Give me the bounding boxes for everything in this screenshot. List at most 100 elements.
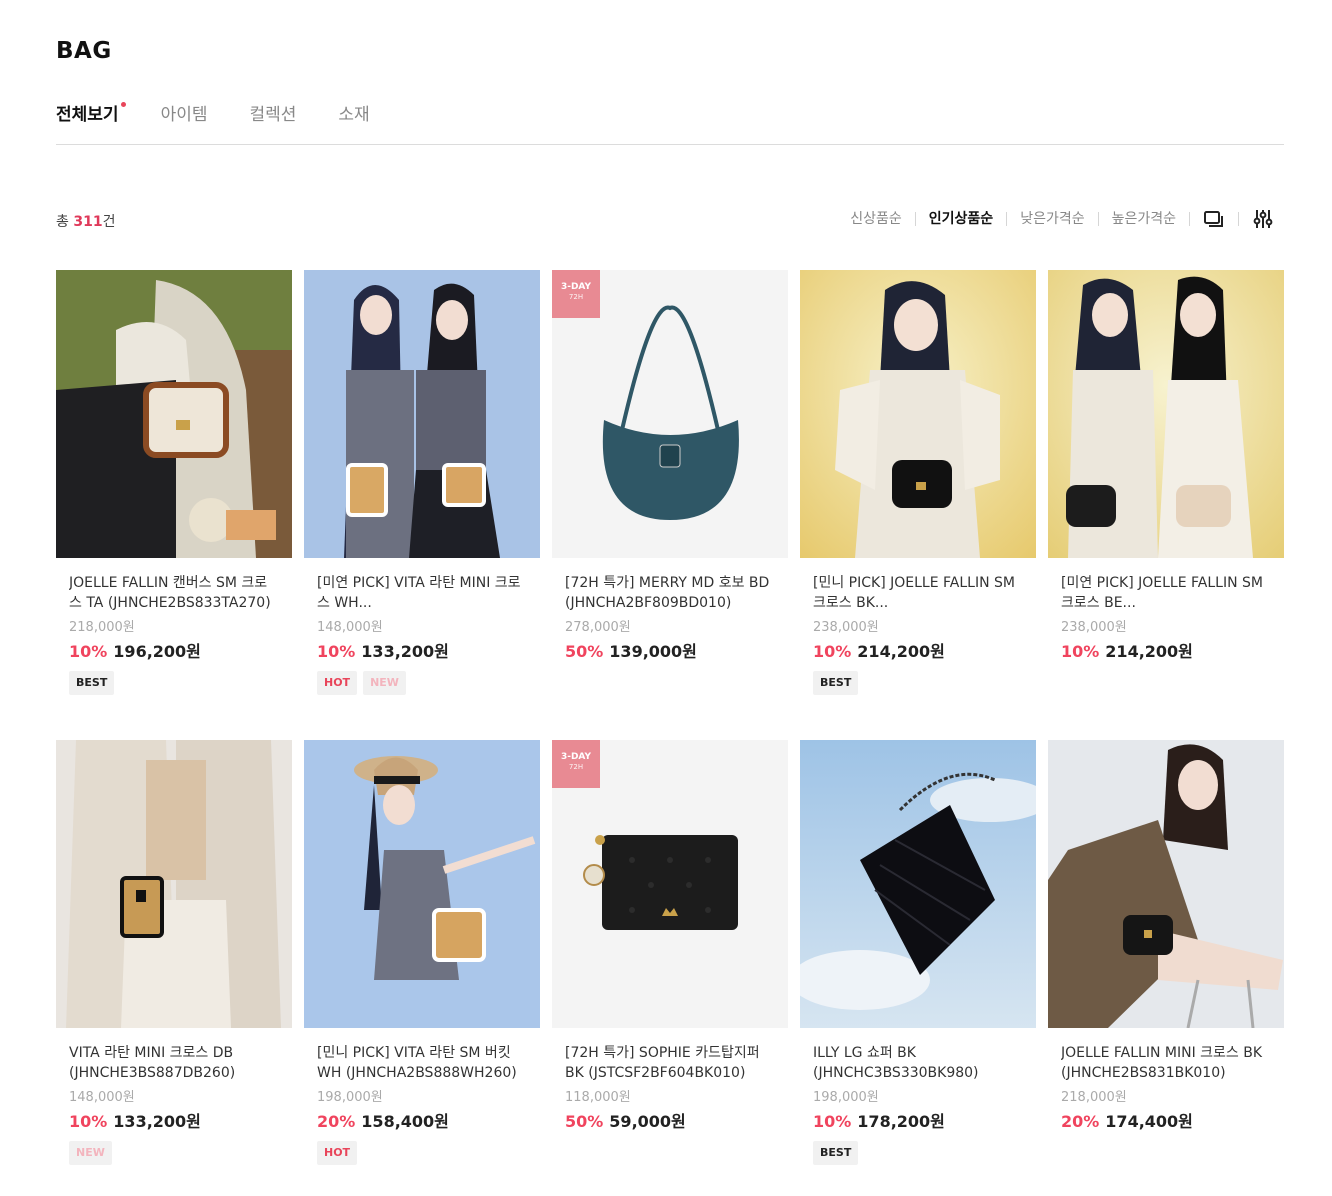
page-title: BAG [56,38,112,64]
best-badge: BEST [813,1141,859,1165]
product-name[interactable]: JOELLE FALLIN 캔버스 SM 크로스 TA (JHNCHE2BS83… [69,573,279,613]
discount-rate: 10% [69,1112,108,1131]
sort-low-price[interactable]: 낮은가격순 [1007,212,1099,226]
price-row: 10% 133,200원 [317,642,527,662]
3day-ribbon: 3-DAY 72H [552,270,600,318]
tabs-divider [56,144,1284,145]
original-price: 198,000원 [317,1090,383,1105]
view-toggle-icon[interactable] [1203,208,1225,230]
tab-item[interactable]: 아이템 [161,100,208,125]
active-dot-indicator [120,102,126,107]
product-card[interactable]: ILLY LG 쇼퍼 BK (JHNCHC3BS330BK980) 198,00… [800,740,1036,1165]
badge-list: HOT [317,1141,527,1165]
price-row: 20% 158,400원 [317,1112,527,1132]
discount-rate: 10% [69,642,108,661]
original-price: 148,000원 [69,1090,135,1105]
category-tabs: 전체보기 아이템 컬렉션 소재 [56,100,412,125]
product-image[interactable] [56,740,292,1028]
product-image[interactable] [1048,270,1284,558]
product-name[interactable]: [민니 PICK] JOELLE FALLIN SM 크로스 BK... [813,573,1023,613]
sale-price: 158,400원 [361,1112,449,1131]
product-card[interactable]: JOELLE FALLIN 캔버스 SM 크로스 TA (JHNCHE2BS83… [56,270,292,695]
tool-divider [1238,212,1239,226]
count-number: 311 [73,214,103,230]
tab-collection[interactable]: 컬렉션 [249,100,296,125]
original-price: 218,000원 [69,620,135,635]
badge-list [565,1141,775,1165]
sale-price: 214,200원 [857,642,945,661]
tab-label: 전체보기 [56,105,119,125]
sale-price: 174,400원 [1105,1112,1193,1131]
original-price: 118,000원 [565,1090,631,1105]
badge-list: BEST [69,671,279,695]
sale-price: 133,200원 [361,642,449,661]
filter-sliders-icon[interactable] [1252,208,1274,230]
price-row: 10% 133,200원 [69,1112,279,1132]
product-card[interactable]: 3-DAY 72H [72H 특가] SOPHIE 카드탑지퍼 BK (JSTCS… [552,740,788,1165]
original-price: 148,000원 [317,620,383,635]
ribbon-line1: 3-DAY [560,282,592,292]
product-image[interactable] [304,270,540,558]
sort-bar: 신상품순 인기상품순 낮은가격순 높은가격순 [837,208,1274,230]
discount-rate: 10% [1061,642,1100,661]
count-prefix: 총 [56,214,74,230]
sale-price: 196,200원 [113,642,201,661]
product-name[interactable]: VITA 라탄 MINI 크로스 DB (JHNCHE3BS887DB260) [69,1043,279,1083]
product-image[interactable] [800,270,1036,558]
price-row: 10% 178,200원 [813,1112,1023,1132]
best-badge: BEST [69,671,115,695]
sort-popular[interactable]: 인기상품순 [916,212,1008,226]
result-count: 총 311건 [56,211,115,231]
badge-list [565,671,775,695]
sort-newest[interactable]: 신상품순 [837,212,916,226]
price-row: 20% 174,400원 [1061,1112,1271,1132]
product-name[interactable]: [민니 PICK] VITA 라탄 SM 버킷 WH (JHNCHA2BS888… [317,1043,527,1083]
tab-material[interactable]: 소재 [338,100,369,125]
product-image[interactable]: 3-DAY 72H [552,740,788,1028]
product-image[interactable] [304,740,540,1028]
product-name[interactable]: [미연 PICK] VITA 라탄 MINI 크로스 WH... [317,573,527,613]
discount-rate: 10% [317,642,356,661]
original-price: 198,000원 [813,1090,879,1105]
product-card[interactable]: VITA 라탄 MINI 크로스 DB (JHNCHE3BS887DB260) … [56,740,292,1165]
product-card[interactable]: [미연 PICK] JOELLE FALLIN SM 크로스 BE... 238… [1048,270,1284,695]
badge-list: BEST [813,1141,1023,1165]
product-name[interactable]: [72H 특가] SOPHIE 카드탑지퍼 BK (JSTCSF2BF604BK… [565,1043,775,1083]
original-price: 218,000원 [1061,1090,1127,1105]
discount-rate: 50% [565,1112,604,1131]
3day-ribbon: 3-DAY 72H [552,740,600,788]
product-image[interactable]: 3-DAY 72H [552,270,788,558]
product-card[interactable]: JOELLE FALLIN MINI 크로스 BK (JHNCHE2BS831B… [1048,740,1284,1165]
product-name[interactable]: [미연 PICK] JOELLE FALLIN SM 크로스 BE... [1061,573,1271,613]
product-image[interactable] [1048,740,1284,1028]
original-price: 238,000원 [813,620,879,635]
badge-list: NEW [69,1141,279,1165]
sale-price: 178,200원 [857,1112,945,1131]
discount-rate: 10% [813,1112,852,1131]
discount-rate: 20% [317,1112,356,1131]
price-row: 50% 59,000원 [565,1112,775,1132]
product-card[interactable]: [민니 PICK] VITA 라탄 SM 버킷 WH (JHNCHA2BS888… [304,740,540,1165]
product-image[interactable] [56,270,292,558]
product-name[interactable]: [72H 특가] MERRY MD 호보 BD (JHNCHA2BF809BD0… [565,573,775,613]
price-row: 10% 196,200원 [69,642,279,662]
tab-all[interactable]: 전체보기 [56,100,126,125]
discount-rate: 50% [565,642,604,661]
ribbon-line2: 72H [568,763,584,771]
product-card[interactable]: [미연 PICK] VITA 라탄 MINI 크로스 WH... 148,000… [304,270,540,695]
sale-price: 139,000원 [609,642,697,661]
sale-price: 214,200원 [1105,642,1193,661]
original-price: 238,000원 [1061,620,1127,635]
product-name[interactable]: JOELLE FALLIN MINI 크로스 BK (JHNCHE2BS831B… [1061,1043,1271,1083]
product-card[interactable]: 3-DAY 72H [72H 특가] MERRY MD 호보 BD (JHNCHA… [552,270,788,695]
price-row: 10% 214,200원 [1061,642,1271,662]
count-suffix: 건 [102,214,116,230]
product-image[interactable] [800,740,1036,1028]
sort-high-price[interactable]: 높은가격순 [1099,212,1190,226]
hot-badge: HOT [317,1141,358,1165]
product-card[interactable]: [민니 PICK] JOELLE FALLIN SM 크로스 BK... 238… [800,270,1036,695]
new-badge: NEW [69,1141,112,1165]
product-name[interactable]: ILLY LG 쇼퍼 BK (JHNCHC3BS330BK980) [813,1043,1023,1083]
sale-price: 133,200원 [113,1112,201,1131]
best-badge: BEST [813,671,859,695]
